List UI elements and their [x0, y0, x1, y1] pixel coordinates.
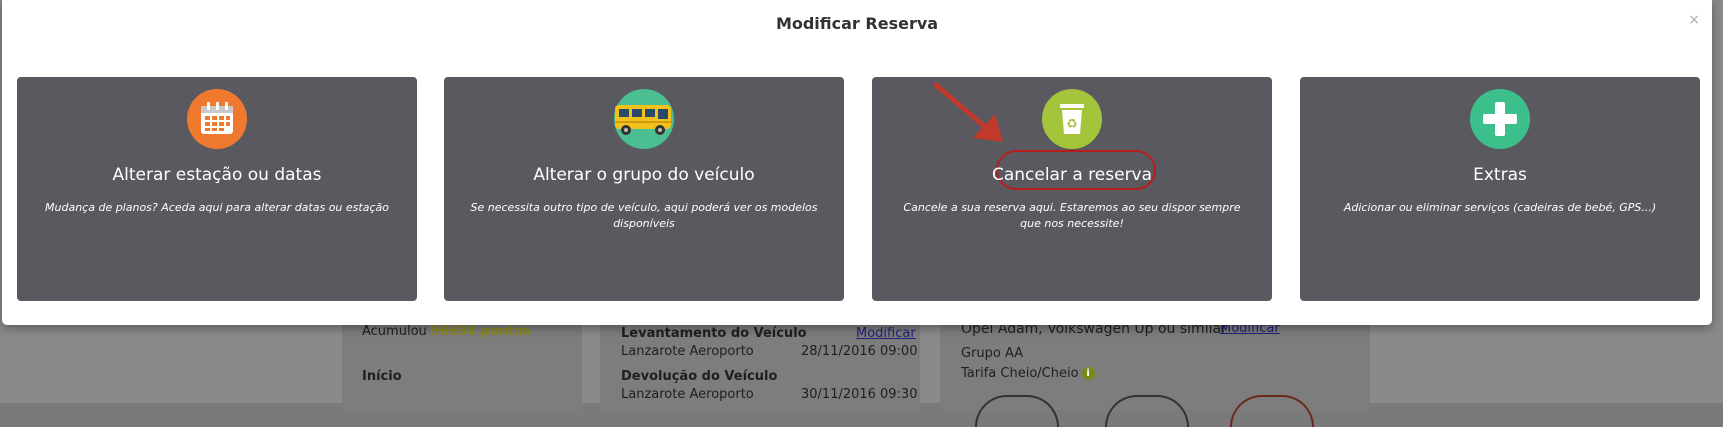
pickup-date: 28/11/2016: [801, 344, 876, 359]
points-value: 96694 pontos: [430, 324, 532, 339]
calendar-icon: [187, 89, 247, 149]
tariff: Tarifa Cheio/Cheio i: [961, 366, 1095, 381]
option-description: Adicionar ou eliminar serviços (cadeiras…: [1343, 201, 1657, 214]
bus-icon: [614, 89, 674, 149]
option-title: Alterar estação ou datas: [112, 165, 322, 185]
recycle-bin-icon: ♻: [1042, 89, 1102, 149]
points-summary: Acumulou 96694 pontos: [362, 324, 532, 339]
modify-reservation-modal: Modificar Reserva × Alterar estação ou d…: [2, 0, 1712, 325]
return-time: 09:30: [880, 387, 918, 402]
option-title: Cancelar a reserva: [991, 165, 1153, 185]
pickup-time: 09:00: [880, 344, 918, 359]
pickup-title: Levantamento do Veículo: [621, 326, 807, 341]
return-title: Devolução do Veículo: [621, 369, 778, 384]
pickup-location: Lanzarote Aeroporto: [621, 344, 754, 359]
option-title: Extras: [1473, 165, 1527, 185]
option-change-station-dates[interactable]: Alterar estação ou datas Mudança de plan…: [17, 77, 417, 301]
close-icon[interactable]: ×: [1688, 12, 1700, 28]
return-location: Lanzarote Aeroporto: [621, 387, 754, 402]
svg-text:♻: ♻: [1066, 117, 1078, 132]
option-description: Cancele a sua reserva aqui. Estaremos ao…: [903, 201, 1241, 230]
info-icon[interactable]: i: [1081, 367, 1095, 380]
option-change-vehicle-group[interactable]: Alterar o grupo do veículo Se necessita …: [444, 77, 844, 301]
return-date: 30/11/2016: [801, 387, 876, 402]
option-description: Mudança de planos? Aceda aqui para alter…: [45, 201, 389, 214]
inicio-link[interactable]: Início: [362, 369, 402, 384]
option-title: Alterar o grupo do veículo: [533, 165, 755, 185]
option-description: Se necessita outro tipo de veículo, aqui…: [470, 201, 818, 230]
car-group: Grupo AA: [961, 346, 1024, 361]
pickup-modify-link[interactable]: Modificar: [856, 326, 916, 341]
plus-icon: [1470, 89, 1530, 149]
option-extras[interactable]: Extras Adicionar ou eliminar serviços (c…: [1300, 77, 1700, 301]
modal-title: Modificar Reserva: [775, 14, 939, 33]
annotation-arrow-icon: [933, 82, 1003, 142]
